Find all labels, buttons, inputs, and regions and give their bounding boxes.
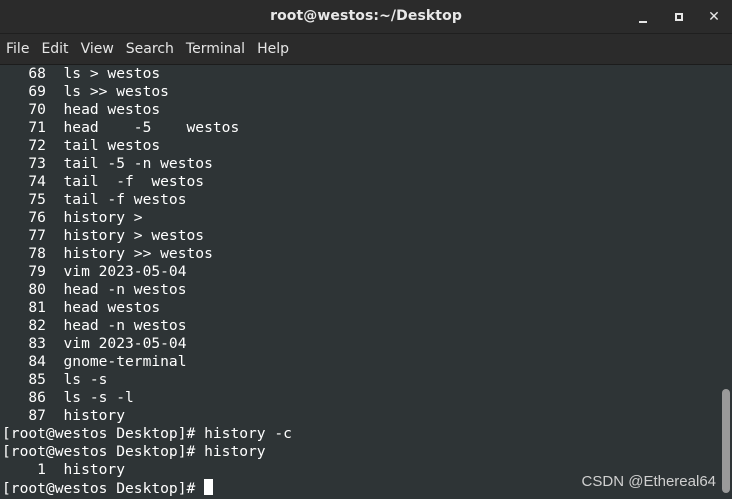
scrollbar-thumb[interactable] (722, 389, 730, 493)
vertical-scrollbar[interactable] (720, 65, 732, 499)
shell-prompt: [root@westos Desktop]# (2, 480, 205, 497)
terminal-line: 68 ls > westos (2, 65, 161, 82)
minimize-button[interactable] (632, 6, 654, 28)
terminal-line: 74 tail -f westos (2, 173, 205, 190)
menu-help[interactable]: Help (251, 34, 295, 65)
maximize-button[interactable] (668, 6, 690, 28)
terminal-line: 83 vim 2023-05-04 (2, 335, 187, 352)
close-icon: ✕ (708, 9, 720, 25)
terminal-line: 81 head westos (2, 299, 161, 316)
terminal-line: [root@westos Desktop]# history -c (2, 425, 292, 442)
terminal-line: 75 tail -f westos (2, 191, 187, 208)
menu-terminal[interactable]: Terminal (180, 34, 251, 65)
terminal-line: 82 head -n westos (2, 317, 187, 334)
menu-file[interactable]: File (0, 34, 35, 65)
close-button[interactable]: ✕ (703, 6, 725, 28)
terminal-line: 71 head -5 westos (2, 119, 240, 136)
terminal-line: 80 head -n westos (2, 281, 187, 298)
menu-bar: File Edit View Search Terminal Help (0, 34, 732, 65)
terminal-line: 73 tail -5 -n westos (2, 155, 213, 172)
menu-edit[interactable]: Edit (35, 34, 74, 65)
window-title: root@westos:~/Desktop (270, 8, 462, 24)
terminal-line: 84 gnome-terminal (2, 353, 187, 370)
terminal-line: 77 history > westos (2, 227, 205, 244)
terminal-line: [root@westos Desktop]# history (2, 443, 266, 460)
minimize-icon (639, 21, 647, 23)
menu-search[interactable]: Search (120, 34, 180, 65)
terminal-line: 87 history (2, 407, 126, 424)
terminal-line: 69 ls >> westos (2, 83, 169, 100)
text-cursor (204, 479, 214, 495)
terminal-output[interactable]: 68 ls > westos 69 ls >> westos 70 head w… (0, 65, 720, 499)
terminal-line: 70 head westos (2, 101, 161, 118)
terminal-line: 85 ls -s (2, 371, 108, 388)
maximize-icon (675, 13, 683, 21)
terminal-window: root@westos:~/Desktop ✕ File Edit View S… (0, 0, 732, 499)
terminal-line: 79 vim 2023-05-04 (2, 263, 187, 280)
title-bar[interactable]: root@westos:~/Desktop ✕ (0, 0, 732, 34)
terminal-line: 76 history > (2, 209, 143, 226)
terminal-line: 72 tail westos (2, 137, 161, 154)
menu-view[interactable]: View (75, 34, 120, 65)
terminal-line: 86 ls -s -l (2, 389, 134, 406)
watermark: CSDN @Ethereal64 (581, 473, 716, 490)
terminal-line: 78 history >> westos (2, 245, 213, 262)
